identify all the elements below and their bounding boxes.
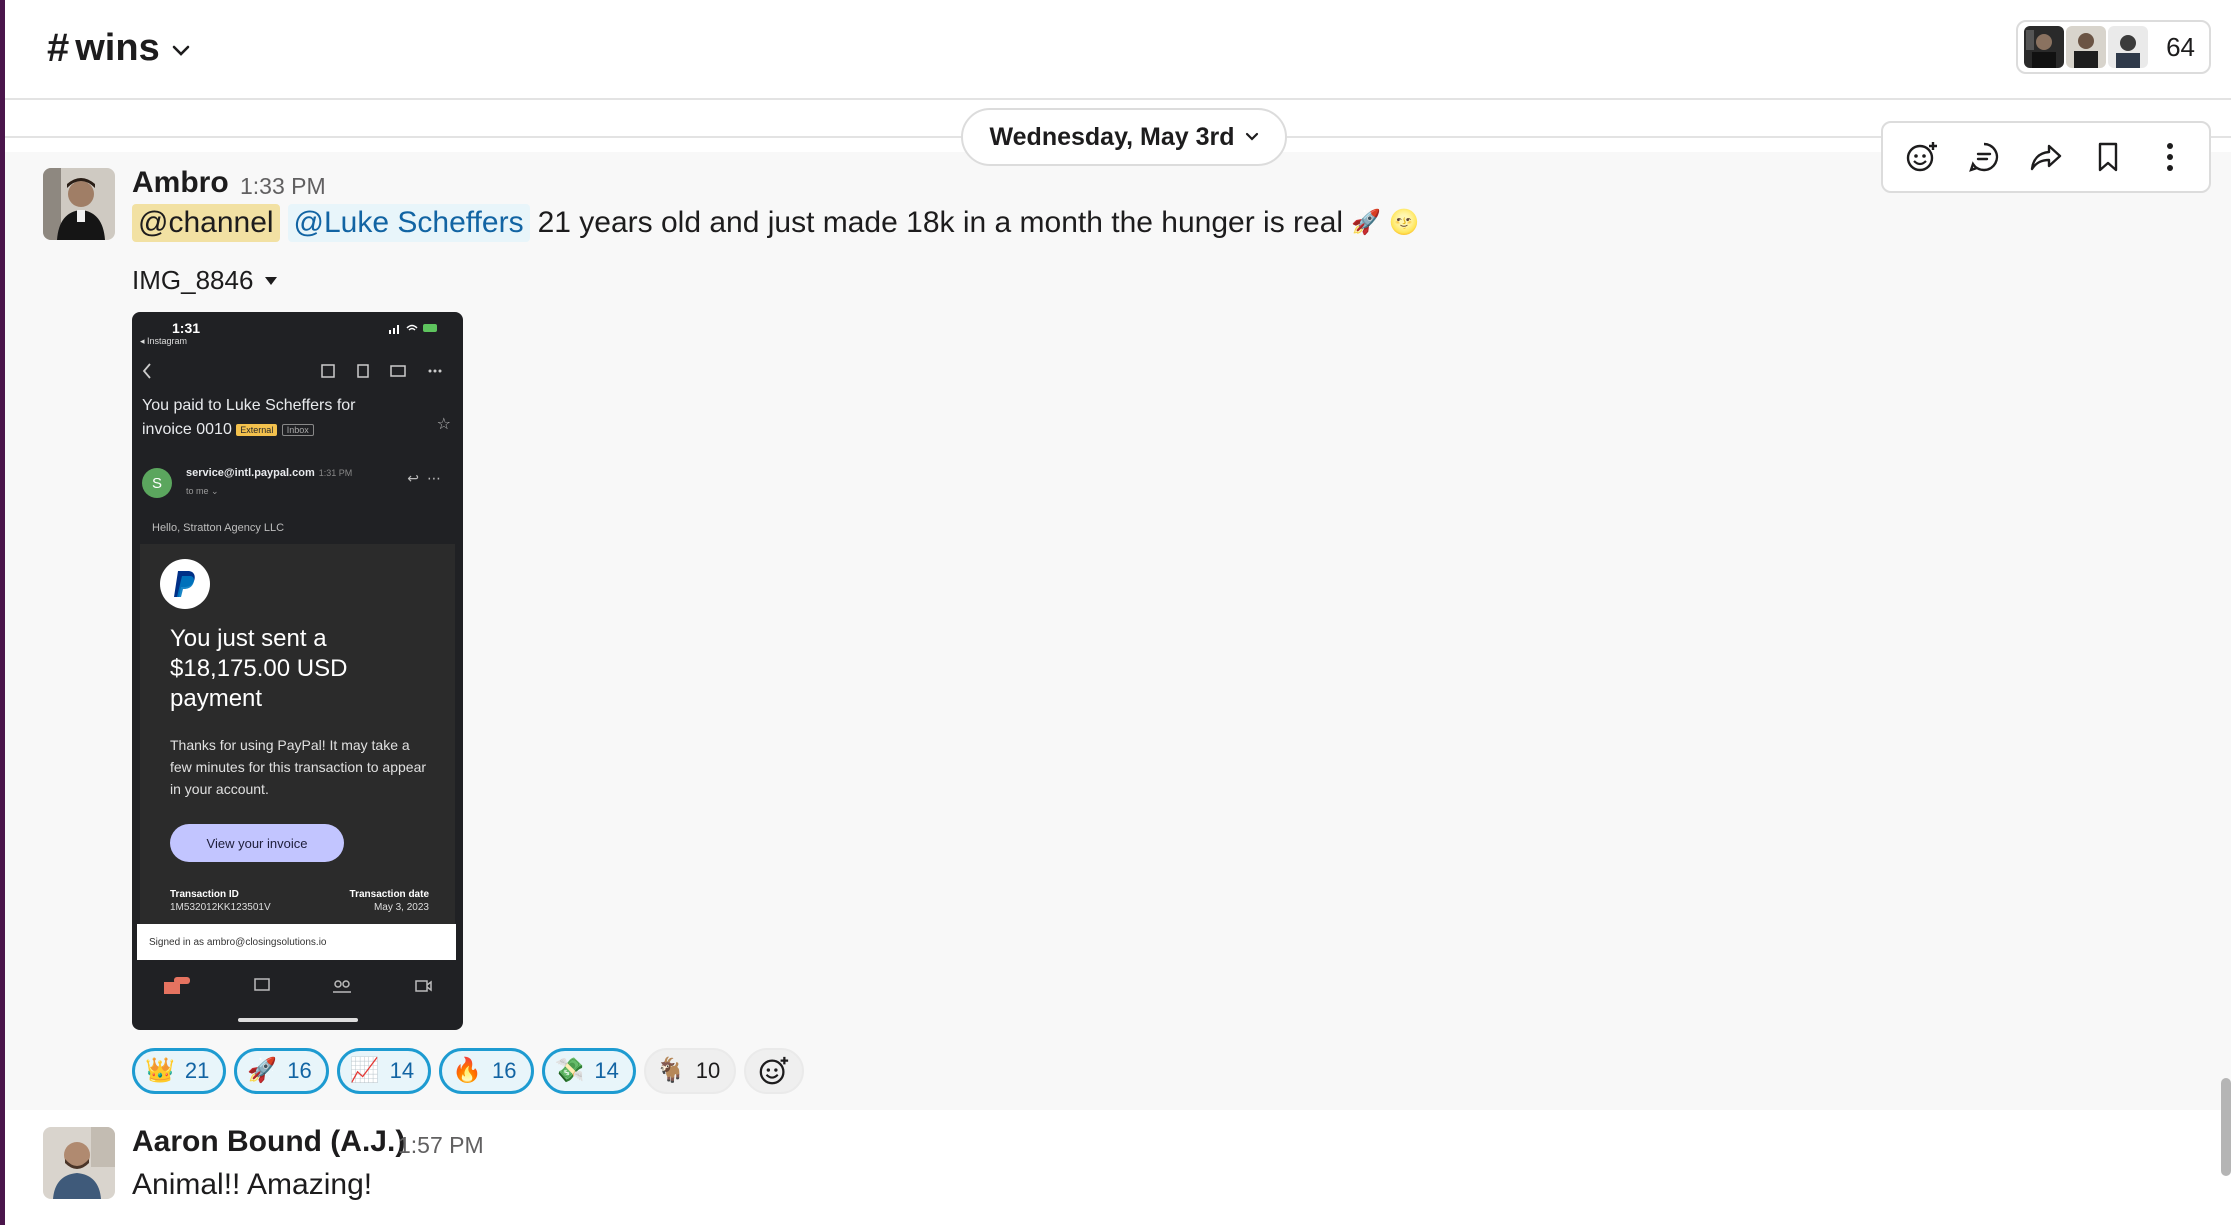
reaction-crown[interactable]: 👑 21	[132, 1048, 227, 1094]
member-avatar	[2108, 26, 2149, 68]
reply-icon: ↩⋯	[407, 470, 449, 486]
more-actions-icon	[2167, 143, 2173, 171]
slack-channel-view: # wins 64 Wednesday, May 3rd Ambro 1:33 …	[0, 0, 2231, 1225]
reaction-count: 10	[695, 1058, 721, 1083]
members-button[interactable]: 64	[2016, 20, 2211, 74]
reactions-bar: 👑 21 🚀 16 📈 14 🔥 16 💸 14 🐐 10	[132, 1048, 805, 1094]
share-icon	[2030, 144, 2062, 171]
message-text: @channel @Luke Scheffers 21 years old an…	[132, 204, 1419, 242]
reaction-rocket[interactable]: 🚀 16	[234, 1048, 329, 1094]
avatar[interactable]	[43, 1127, 115, 1199]
email-to-me: to me ⌄	[186, 486, 219, 496]
avatar[interactable]	[43, 168, 115, 240]
add-reaction-icon	[1906, 142, 1937, 172]
home-indicator	[238, 1018, 358, 1022]
message-author[interactable]: Aaron Bound (A.J.)	[132, 1125, 405, 1159]
fire-emoji: 🔥	[452, 1057, 483, 1084]
channel-name: wins	[75, 27, 160, 69]
member-avatar	[2066, 26, 2107, 68]
member-count: 64	[2166, 31, 2195, 62]
spaces-icon	[333, 980, 352, 993]
reaction-count: 14	[594, 1058, 619, 1083]
date-divider-button[interactable]: Wednesday, May 3rd	[961, 108, 1287, 166]
message-timestamp[interactable]: 1:57 PM	[398, 1132, 484, 1159]
chevron-down-icon	[1245, 132, 1258, 141]
reaction-chart-increasing[interactable]: 📈 14	[336, 1048, 432, 1094]
reply-in-thread-icon	[1969, 142, 1999, 172]
email-sender: service@intl.paypal.com 1:31 PM	[186, 467, 352, 479]
paypal-logo-icon	[160, 559, 210, 609]
save-icon	[2098, 142, 2118, 172]
channel-header: # wins 64	[5, 0, 2231, 100]
transaction-date: Transaction date May 3, 2023	[350, 888, 429, 914]
inbox-tag: Inbox	[281, 424, 314, 436]
money-with-wings-emoji: 💸	[554, 1057, 585, 1084]
message-actions-toolbar	[1881, 121, 2211, 193]
caret-down-icon	[265, 276, 278, 285]
star-icon: ☆	[436, 416, 451, 433]
phone-status-icons	[389, 324, 437, 334]
reaction-count: 14	[389, 1058, 415, 1083]
message-author[interactable]: Ambro	[132, 166, 229, 200]
reaction-count: 16	[492, 1058, 517, 1083]
chevron-down-icon	[172, 45, 190, 56]
attachment-image[interactable]: 1:31 ◂ Instagram You paid to Luke Scheff…	[132, 312, 463, 1030]
reaction-count: 16	[287, 1058, 312, 1083]
message-timestamp[interactable]: 1:33 PM	[240, 173, 326, 200]
payment-body: Thanks for using PayPal! It may take a f…	[170, 737, 427, 797]
phone-back-app: ◂ Instagram	[140, 336, 188, 346]
sender-avatar: S	[142, 468, 172, 498]
email-greeting: Hello, Stratton Agency LLC	[152, 522, 285, 534]
date-divider-label: Wednesday, May 3rd	[989, 122, 1235, 151]
crown-emoji: 👑	[145, 1057, 175, 1084]
phone-email-toolbar	[142, 363, 442, 379]
view-invoice-button: View your invoice	[170, 824, 344, 862]
scrollbar-thumb[interactable]	[2221, 1078, 2231, 1176]
meet-icon	[415, 980, 432, 992]
transaction-id: Transaction ID 1M532012KK123501V	[170, 888, 271, 914]
add-reaction-button[interactable]	[1896, 131, 1948, 183]
share-message-button[interactable]	[2020, 131, 2072, 183]
reaction-goat[interactable]: 🐐 10	[643, 1048, 737, 1094]
save-message-button[interactable]	[2082, 131, 2134, 183]
full-moon-face-emoji: 🌝	[1388, 209, 1419, 236]
transaction-id-label: Transaction ID	[170, 889, 239, 900]
add-reaction-pill[interactable]	[744, 1048, 805, 1094]
channel-name-button[interactable]: # wins	[47, 26, 190, 71]
reaction-count: 21	[184, 1058, 210, 1083]
payment-headline: You just sent a $18,175.00 USD payment	[170, 625, 348, 712]
channel-hash-icon: #	[47, 26, 70, 70]
mail-icon	[163, 977, 190, 994]
channel-mention[interactable]: @channel	[132, 204, 280, 242]
user-mention[interactable]: @Luke Scheffers	[287, 204, 530, 242]
attachment-toggle[interactable]: IMG_8846	[132, 265, 279, 296]
paypal-receipt-card: You just sent a $18,175.00 USD payment T…	[140, 544, 455, 924]
rocket-emoji: 🚀	[247, 1057, 278, 1084]
transaction-date-value: May 3, 2023	[373, 902, 429, 913]
message-text: Animal!! Amazing!	[132, 1168, 372, 1202]
goat-emoji: 🐐	[655, 1057, 686, 1084]
sender-address: service@intl.paypal.com	[186, 467, 315, 479]
more-actions-button[interactable]	[2144, 131, 2196, 183]
member-avatar	[2024, 26, 2065, 68]
add-reaction-icon	[759, 1056, 789, 1085]
sender-time: 1:31 PM	[318, 468, 353, 478]
chat-icon	[253, 978, 270, 991]
phone-bottom-nav	[132, 966, 463, 1006]
message-body: Animal!! Amazing!	[132, 1168, 373, 1201]
phone-status-time: 1:31	[172, 320, 201, 336]
chart-increasing-emoji: 📈	[349, 1057, 380, 1084]
signed-in-banner: Signed in as ambro@closingsolutions.io	[137, 924, 456, 960]
reaction-fire[interactable]: 🔥 16	[439, 1048, 534, 1094]
reply-in-thread-button[interactable]	[1958, 131, 2010, 183]
transaction-date-label: Transaction date	[349, 889, 429, 900]
message-body: 21 years old and just made 18k in a mont…	[537, 206, 1344, 239]
reaction-money-with-wings[interactable]: 💸 14	[541, 1048, 636, 1094]
email-subject: You paid to Luke Scheffers for invoice 0…	[142, 394, 382, 442]
transaction-id-value: 1M532012KK123501V	[170, 902, 271, 913]
attachment-name: IMG_8846	[132, 265, 254, 295]
rocket-emoji: 🚀	[1351, 209, 1381, 236]
external-tag: External	[236, 424, 278, 436]
